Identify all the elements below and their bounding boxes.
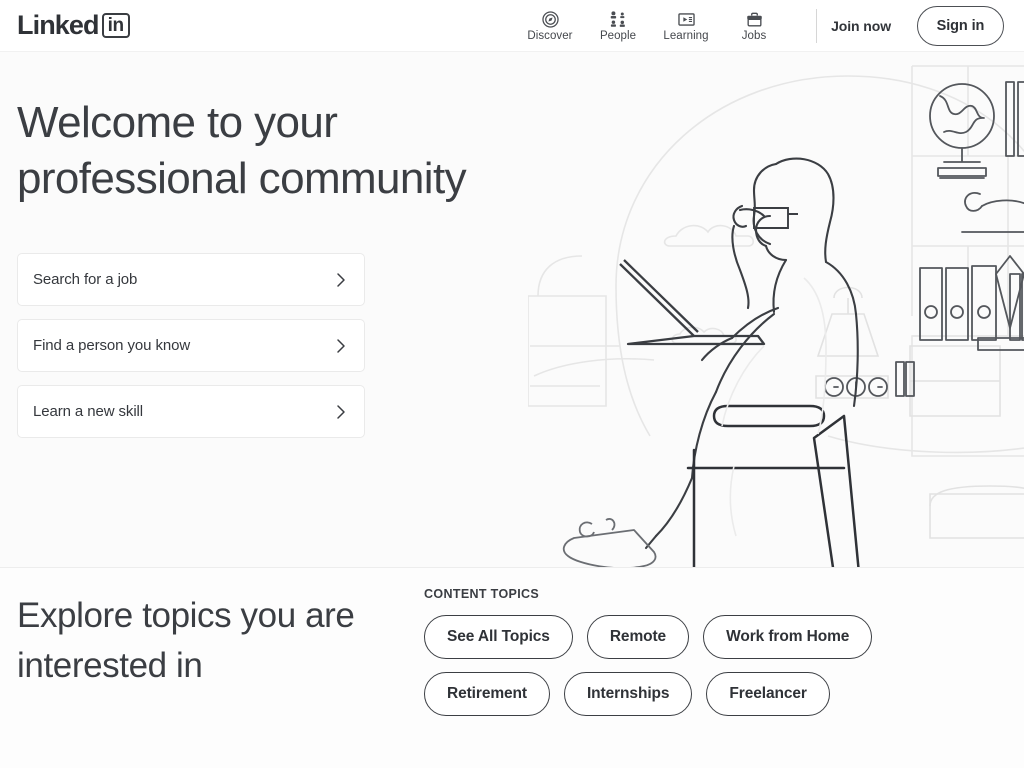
card-label: Find a person you know (33, 337, 191, 354)
video-play-icon (677, 10, 696, 29)
content-topics-label: CONTENT TOPICS (424, 587, 540, 601)
nav-label-jobs: Jobs (741, 30, 767, 42)
linkedin-logo[interactable]: Linked in (17, 10, 130, 41)
topics-row-2: Retirement Internships Freelancer (424, 672, 1004, 716)
topic-pill-internships[interactable]: Internships (563, 672, 693, 716)
nav-label-discover: Discover (527, 30, 573, 42)
hero-section: Welcome to your professional community S… (0, 52, 1024, 568)
card-label: Learn a new skill (33, 403, 144, 420)
chevron-right-icon (334, 402, 348, 422)
content-topics-group: CONTENT TOPICS See All Topics Remote Wor… (424, 587, 1004, 729)
nav-label-people: People (599, 30, 637, 42)
topic-pill-retirement[interactable]: Retirement (424, 672, 550, 716)
topics-section: Explore topics you are interested in CON… (0, 568, 1024, 768)
hero-illustration (527, 52, 1024, 567)
nav-item-jobs[interactable]: Jobs (720, 0, 788, 52)
topic-pill-see-all-topics[interactable]: See All Topics (424, 615, 573, 659)
chevron-right-icon (334, 270, 348, 290)
topic-pill-remote[interactable]: Remote (586, 615, 690, 659)
compass-icon (541, 10, 560, 29)
people-grid-icon (609, 10, 628, 29)
primary-nav: Discover People Learning Jobs (516, 0, 788, 52)
header-divider (816, 8, 818, 43)
card-find-a-person-you-know[interactable]: Find a person you know (17, 319, 365, 372)
logo-in-badge: in (101, 13, 130, 38)
nav-item-learning[interactable]: Learning (652, 0, 720, 52)
topics-heading: Explore topics you are interested in (17, 596, 355, 685)
hero-action-cards: Search for a job Find a person you know … (17, 253, 365, 451)
nav-label-learning: Learning (663, 30, 709, 42)
chevron-right-icon (334, 336, 348, 356)
sign-in-button[interactable]: Sign in (917, 5, 1004, 46)
site-header: Linked in Discover People Learning Jobs … (0, 0, 1024, 52)
join-now-link[interactable]: Join now (831, 18, 891, 34)
nav-item-discover[interactable]: Discover (516, 0, 584, 52)
card-label: Search for a job (33, 271, 138, 288)
card-learn-a-new-skill[interactable]: Learn a new skill (17, 385, 365, 438)
topic-pill-freelancer[interactable]: Freelancer (706, 672, 830, 716)
topic-pill-work-from-home[interactable]: Work from Home (703, 615, 873, 659)
nav-item-people[interactable]: People (584, 0, 652, 52)
card-search-for-a-job[interactable]: Search for a job (17, 253, 365, 306)
logo-wordmark: Linked (17, 10, 100, 40)
header-actions: Join now Sign in (798, 5, 1024, 46)
topics-row-1: See All Topics Remote Work from Home (424, 615, 1004, 659)
briefcase-icon (745, 10, 764, 29)
page-title: Welcome to your professional community (17, 98, 467, 204)
